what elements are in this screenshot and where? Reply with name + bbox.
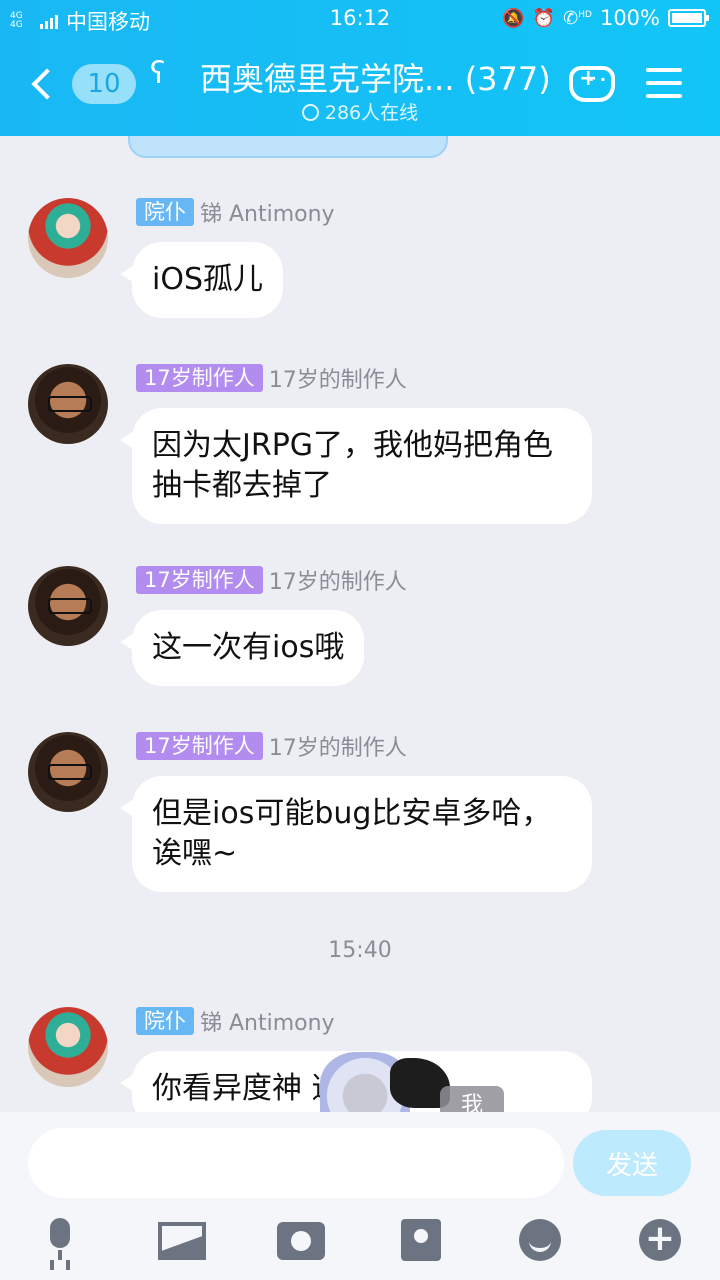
- ear-icon[interactable]: ʕ: [150, 56, 165, 91]
- online-count: 286人在线: [324, 102, 419, 124]
- back-chevron-icon: [31, 68, 63, 100]
- photo-avatar[interactable]: [28, 732, 108, 812]
- sender-meta: 17岁制作人 17岁的制作人: [136, 564, 407, 596]
- hd-label: HD: [578, 9, 592, 20]
- anime-avatar[interactable]: [28, 198, 108, 278]
- emoji-icon[interactable]: [519, 1219, 561, 1261]
- gamepad-icon[interactable]: [569, 66, 615, 102]
- sender-meta: 院仆 锑 Antimony: [136, 196, 335, 228]
- message-bubble[interactable]: 因为太JRPG了，我他妈把角色抽卡都去掉了: [120, 408, 592, 524]
- mic-icon[interactable]: [36, 1216, 84, 1264]
- sender-name[interactable]: 17岁的制作人: [269, 730, 407, 762]
- send-button[interactable]: 发送: [573, 1130, 691, 1196]
- sender-name[interactable]: 17岁的制作人: [269, 362, 407, 394]
- anime-avatar[interactable]: [28, 1007, 108, 1087]
- photo-avatar[interactable]: [28, 364, 108, 444]
- mute-bell-icon: 🔕: [502, 7, 525, 29]
- menu-icon[interactable]: [646, 68, 682, 107]
- battery-icon: [668, 9, 709, 27]
- message-bubble[interactable]: iOS孤儿: [120, 242, 283, 318]
- member-tag: 17岁制作人: [136, 566, 263, 594]
- member-tag: 17岁制作人: [136, 364, 263, 392]
- time-separator: 15:40: [328, 938, 392, 963]
- plus-icon[interactable]: +: [639, 1219, 681, 1261]
- message-bubble[interactable]: 这一次有ios哦: [119, 610, 365, 686]
- pinned-card-edge[interactable]: [128, 136, 448, 158]
- status-icons: 🔕 ⏰ ✆HD 100%: [502, 6, 709, 30]
- sender-meta: 17岁制作人 17岁的制作人: [136, 730, 407, 762]
- sender-name[interactable]: 锑 Antimony: [200, 196, 335, 228]
- group-title[interactable]: 西奥德里克学院... (377): [200, 54, 551, 100]
- sender-name[interactable]: 锑 Antimony: [200, 1005, 335, 1037]
- battery-fill: [672, 13, 702, 23]
- chat-header: 4G 4G 中国移动 16:12 🔕 ⏰ ✆HD 100% 10 ʕ 西奥德里克…: [0, 0, 720, 136]
- battery-percent: 100%: [599, 6, 660, 30]
- sender-meta: 17岁制作人 17岁的制作人: [136, 362, 407, 394]
- message-input[interactable]: [28, 1128, 564, 1198]
- input-area: 发送 +: [0, 1112, 720, 1280]
- sender-name[interactable]: 17岁的制作人: [269, 564, 407, 596]
- message-list[interactable]: 院仆 锑 Antimony iOS孤儿 17岁制作人 17岁的制作人 因为太JR…: [0, 136, 720, 1112]
- message-bubble[interactable]: 但是ios可能bug比安卓多哈，诶嘿~: [120, 776, 592, 892]
- member-tag: 院仆: [136, 198, 194, 226]
- online-status[interactable]: 286人在线: [0, 98, 720, 125]
- member-tag: 院仆: [136, 1007, 194, 1035]
- member-tag: 17岁制作人: [136, 732, 263, 760]
- image-icon[interactable]: [158, 1222, 206, 1260]
- status-bar: 4G 4G 中国移动 16:12 🔕 ⏰ ✆HD 100%: [0, 0, 720, 38]
- alarm-icon: ⏰: [532, 7, 556, 29]
- sender-meta: 院仆 锑 Antimony: [136, 1005, 335, 1037]
- photo-avatar[interactable]: [28, 566, 108, 646]
- camera-icon[interactable]: [277, 1222, 325, 1260]
- call-hd-icon: ✆HD: [563, 7, 592, 29]
- red-packet-icon[interactable]: [401, 1219, 441, 1261]
- online-check-icon: [301, 104, 319, 121]
- input-toolbar: +: [0, 1216, 720, 1272]
